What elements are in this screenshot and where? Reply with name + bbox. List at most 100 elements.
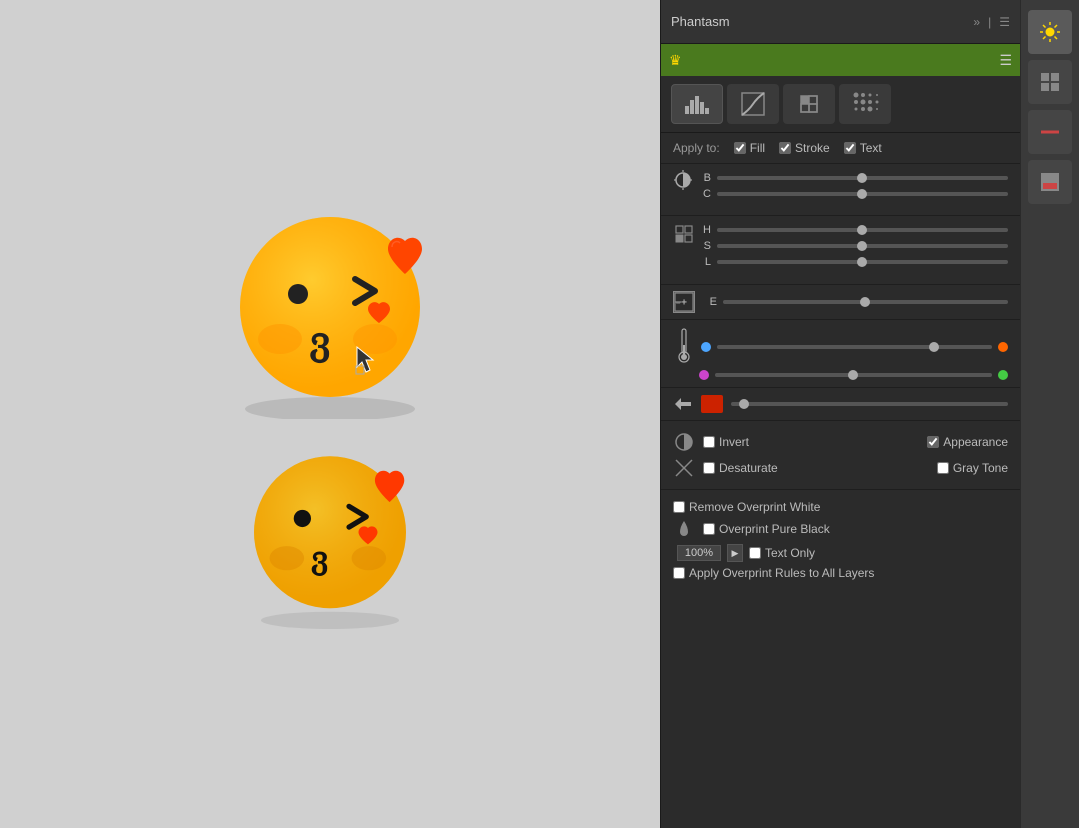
tool-line[interactable] (1028, 110, 1072, 154)
hsl-sliders: H S L (695, 220, 1008, 280)
h-slider-thumb[interactable] (857, 225, 867, 235)
remove-overprint-checkbox[interactable] (673, 501, 685, 513)
panel-header: Phantasm » | ☰ (661, 0, 1020, 44)
c-slider-track[interactable] (717, 192, 1008, 196)
overprint-black-checkbox[interactable] (703, 523, 715, 535)
gray-tone-label: Gray Tone (953, 461, 1008, 475)
svg-text:+: + (681, 298, 687, 309)
text-only-checkbox[interactable] (749, 547, 761, 559)
h-slider-track[interactable] (717, 228, 1008, 232)
stroke-checkbox[interactable] (779, 142, 791, 154)
l-slider-thumb[interactable] (857, 257, 867, 267)
toolbar-strip (1020, 0, 1079, 828)
apply-rules-label[interactable]: Apply Overprint Rules to All Layers (673, 566, 874, 580)
e-icon: + – (673, 291, 695, 313)
c-slider-thumb[interactable] (857, 189, 867, 199)
gray-tone-checkbox[interactable] (937, 462, 949, 474)
overprint-arrow-btn[interactable]: ▶ (727, 544, 743, 562)
s-slider-track[interactable] (717, 244, 1008, 248)
tab-curves[interactable] (727, 84, 779, 124)
overprint-controls-row: ▶ Text Only (673, 544, 1008, 562)
halftone-icon (851, 90, 879, 118)
overprint-black-label[interactable]: Overprint Pure Black (703, 522, 830, 536)
invert-checkbox-label[interactable]: Invert (703, 435, 749, 449)
stroke-checkbox-label[interactable]: Stroke (779, 141, 830, 155)
text-checkbox[interactable] (844, 142, 856, 154)
l-slider-row: L (695, 256, 1008, 268)
s-slider-thumb[interactable] (857, 241, 867, 251)
s-label: S (695, 240, 711, 252)
b-slider-thumb[interactable] (857, 173, 867, 183)
layers-icon (795, 90, 823, 118)
tool-grid[interactable] (1028, 60, 1072, 104)
b-slider-track[interactable] (717, 176, 1008, 180)
e-slider-thumb[interactable] (860, 297, 870, 307)
apply-to-label: Apply to: (673, 141, 720, 155)
text-only-checkbox-label[interactable]: Text Only (749, 546, 815, 560)
l-slider-track[interactable] (717, 260, 1008, 264)
colorize-swatch[interactable] (701, 395, 723, 413)
cb-bottom-slider[interactable] (715, 373, 992, 377)
orange-dot (998, 342, 1008, 352)
green-banner[interactable]: ♛ ☰ (661, 44, 1020, 76)
apply-rules-text: Apply Overprint Rules to All Layers (689, 566, 874, 580)
cb-top-slider[interactable] (717, 345, 992, 349)
e-section: + – E (661, 285, 1020, 320)
top-emoji: ვ (220, 199, 440, 419)
apply-rules-row: Apply Overprint Rules to All Layers (673, 566, 1008, 580)
green-dot (998, 370, 1008, 380)
fill-checkbox[interactable] (734, 142, 746, 154)
tab-halftone[interactable] (839, 84, 891, 124)
cb-bottom-thumb[interactable] (848, 370, 858, 380)
curves-icon (739, 90, 767, 118)
b-label: B (695, 172, 711, 184)
divider-icon: | (988, 15, 991, 29)
bc-icon-area: B C (673, 168, 1008, 211)
gray-tone-checkbox-label[interactable]: Gray Tone (937, 461, 1008, 475)
fill-checkbox-label[interactable]: Fill (734, 141, 765, 155)
hsl-icon (673, 220, 695, 280)
canvas-area: ვ (0, 0, 660, 828)
l-label: L (695, 256, 711, 268)
overprint-pct-input[interactable] (677, 545, 721, 561)
desaturate-checkbox-label[interactable]: Desaturate (703, 461, 778, 475)
b-slider-row: B (695, 172, 1008, 184)
appearance-checkbox[interactable] (927, 436, 939, 448)
svg-text:–: – (676, 299, 681, 308)
bc-sliders: B C (695, 168, 1008, 204)
cb-top-thumb[interactable] (929, 342, 939, 352)
tab-layers[interactable] (783, 84, 835, 124)
tab-icons (661, 76, 1020, 133)
invert-icon (673, 431, 695, 453)
colorize-slider-thumb[interactable] (739, 399, 749, 409)
h-slider-row: H (695, 224, 1008, 236)
tab-histogram[interactable] (671, 84, 723, 124)
cb-top-row (673, 327, 1008, 367)
invert-row: Invert Appearance (673, 431, 1008, 453)
appearance-label: Appearance (943, 435, 1008, 449)
cb-bottom-row (673, 370, 1008, 380)
menu-icon[interactable]: ☰ (999, 15, 1010, 29)
invert-checkbox[interactable] (703, 436, 715, 448)
e-slider-track[interactable] (723, 300, 1008, 304)
drop-icon (673, 518, 695, 540)
apply-rules-checkbox[interactable] (673, 567, 685, 579)
svg-text:ვ: ვ (311, 541, 328, 577)
tool-sun[interactable] (1028, 10, 1072, 54)
banner-menu-icon[interactable]: ☰ (999, 52, 1012, 69)
fill-label: Fill (750, 141, 765, 155)
colorize-slider-track[interactable] (731, 402, 1008, 406)
tool-swatch[interactable] (1028, 160, 1072, 204)
expand-icon[interactable]: » (973, 15, 980, 29)
appearance-checkbox-label[interactable]: Appearance (927, 435, 1008, 449)
desaturate-row: Desaturate Gray Tone (673, 457, 1008, 479)
magenta-dot (699, 370, 709, 380)
desaturate-checkbox[interactable] (703, 462, 715, 474)
text-label: Text (860, 141, 882, 155)
invert-label: Invert (719, 435, 749, 449)
header-icons: » | ☰ (973, 15, 1010, 29)
panel-title: Phantasm (671, 14, 973, 29)
bc-section: B C (661, 164, 1020, 216)
remove-overprint-label[interactable]: Remove Overprint White (673, 500, 820, 514)
text-checkbox-label[interactable]: Text (844, 141, 882, 155)
